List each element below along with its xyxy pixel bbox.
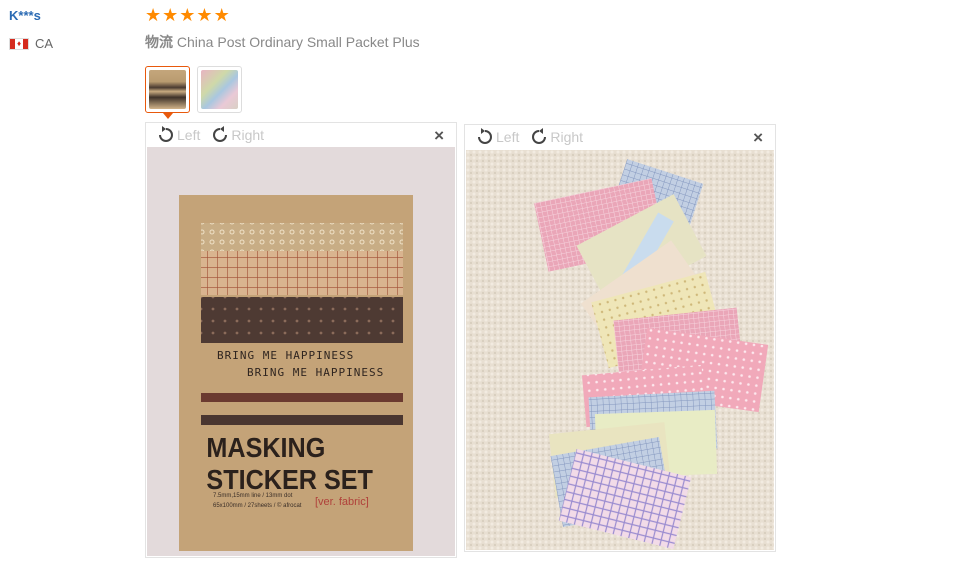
photo-version: [ver. fabric] bbox=[315, 496, 369, 508]
star-rating: ★ ★ ★ ★ ★ bbox=[145, 6, 230, 24]
rotate-right-button[interactable]: Right bbox=[210, 125, 264, 145]
viewer-toolbar: Left Right × bbox=[146, 123, 456, 146]
close-icon[interactable]: × bbox=[753, 129, 763, 146]
photo-title-1: MASKING bbox=[206, 432, 325, 464]
photo-thumbnail-1[interactable] bbox=[145, 66, 190, 119]
photo-line-1: BRING ME HAPPINESS bbox=[217, 349, 354, 362]
logistics-label: 物流 bbox=[145, 34, 173, 50]
photo-spec-2: 65x100mm / 27sheets / © afrocat bbox=[213, 502, 302, 509]
country-code: CA bbox=[35, 36, 54, 51]
photo-viewer-2: Left Right × bbox=[464, 124, 776, 552]
photo-viewer-1: Left Right × BRING ME HAPPINESS BRING ME… bbox=[145, 122, 457, 558]
rotate-left-label: Left bbox=[496, 128, 520, 145]
review-photo: BRING ME HAPPINESS BRING ME HAPPINESS MA… bbox=[147, 147, 455, 556]
photo-thumbnail-2[interactable] bbox=[197, 66, 242, 113]
sticker-sheets-photo bbox=[466, 150, 774, 550]
photo-line-2: BRING ME HAPPINESS bbox=[247, 366, 384, 379]
photo-title-2: STICKER SET bbox=[206, 464, 373, 496]
rotate-left-button[interactable]: Left bbox=[475, 127, 519, 147]
rotate-right-label: Right bbox=[550, 128, 584, 145]
rotate-right-button[interactable]: Right bbox=[529, 127, 583, 147]
buyer-name: K***s bbox=[9, 8, 41, 23]
logistics-info: 物流 China Post Ordinary Small Packet Plus bbox=[145, 32, 420, 52]
star-icon: ★ bbox=[213, 5, 230, 25]
photo-spec-1: 7.5mm,15mm line / 13mm dot bbox=[213, 493, 293, 499]
rotate-right-label: Right bbox=[231, 126, 265, 143]
review-photo bbox=[466, 150, 774, 550]
rotate-left-label: Left bbox=[177, 126, 201, 143]
rotate-right-icon bbox=[213, 125, 228, 142]
viewer-toolbar: Left Right × bbox=[465, 125, 775, 148]
logistics-value: China Post Ordinary Small Packet Plus bbox=[176, 34, 420, 50]
star-icon: ★ bbox=[179, 5, 196, 25]
buyer-country: ♦ CA bbox=[9, 36, 53, 51]
star-icon: ★ bbox=[162, 5, 179, 25]
close-icon[interactable]: × bbox=[434, 127, 444, 144]
star-icon: ★ bbox=[196, 5, 213, 25]
rotate-right-icon bbox=[532, 127, 547, 144]
rotate-left-icon bbox=[478, 127, 492, 144]
rotate-left-button[interactable]: Left bbox=[156, 125, 200, 145]
rotate-left-icon bbox=[159, 125, 173, 142]
photo-thumbnails bbox=[145, 66, 242, 119]
masking-sticker-photo: BRING ME HAPPINESS BRING ME HAPPINESS MA… bbox=[147, 147, 455, 556]
canada-flag-icon: ♦ bbox=[9, 37, 29, 50]
star-icon: ★ bbox=[145, 5, 162, 25]
